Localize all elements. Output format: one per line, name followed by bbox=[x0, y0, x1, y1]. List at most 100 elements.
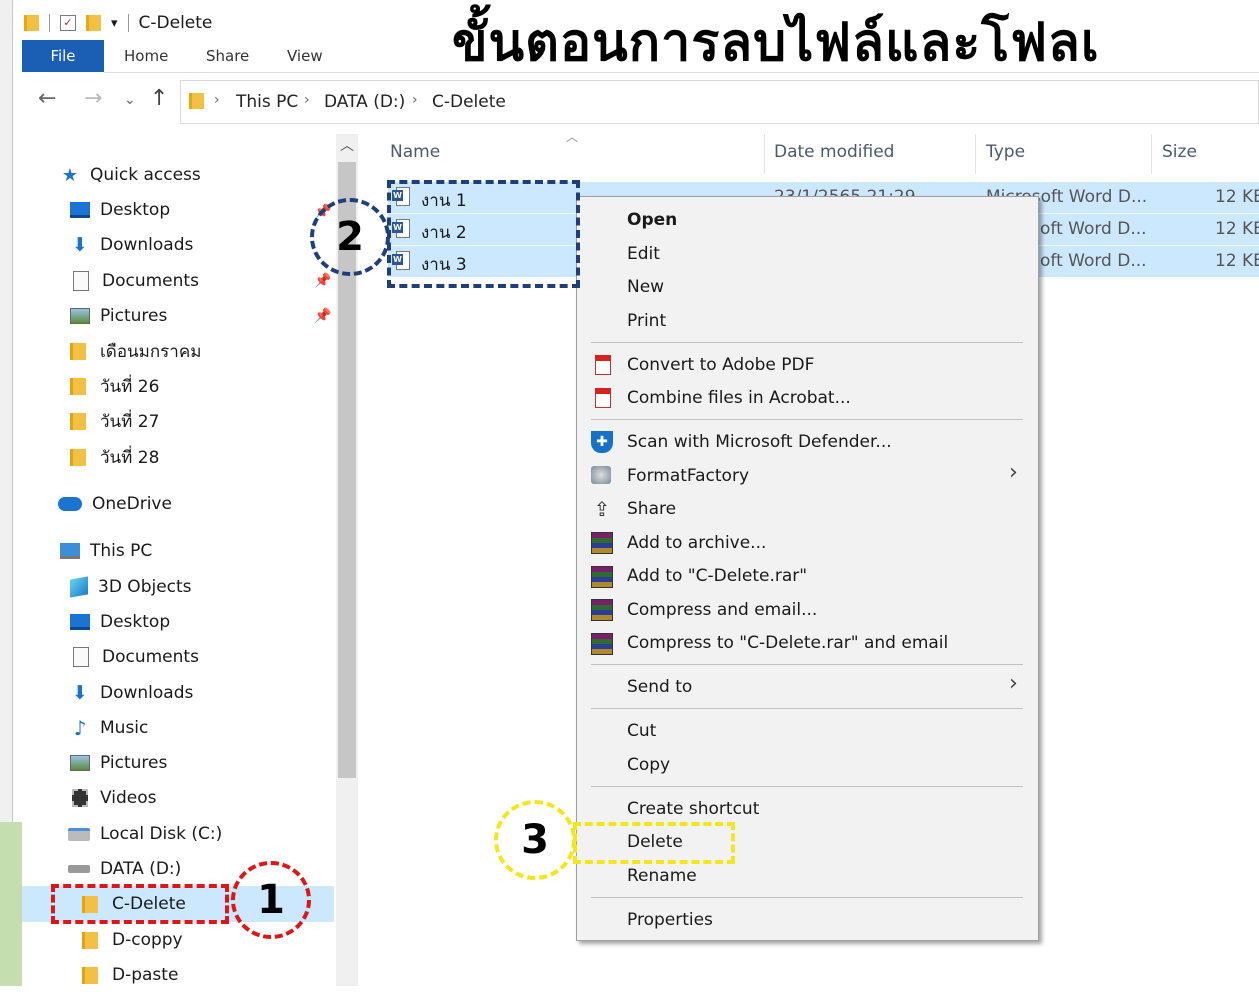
column-divider[interactable] bbox=[764, 134, 765, 174]
nav-label: Downloads bbox=[100, 683, 194, 703]
nav-folder-january[interactable]: เดือนมกราคม bbox=[70, 334, 201, 368]
nav-this-pc[interactable]: This PC bbox=[60, 534, 152, 568]
nav-pictures[interactable]: Pictures bbox=[70, 299, 167, 333]
menu-item-scan-defender[interactable]: Scan with Microsoft Defender... bbox=[627, 432, 892, 452]
folder-icon[interactable] bbox=[24, 15, 39, 31]
nav-local-disk-c[interactable]: Local Disk (C:) bbox=[68, 817, 222, 851]
menu-item-convert-pdf[interactable]: Convert to Adobe PDF bbox=[627, 355, 814, 375]
column-header-type[interactable]: Type bbox=[986, 142, 1025, 162]
customize-toolbar-icon[interactable]: ▾ bbox=[111, 16, 118, 31]
file-size: 12 KB bbox=[1215, 251, 1259, 271]
file-type: oft Word D... bbox=[1040, 219, 1147, 239]
column-header-date[interactable]: Date modified bbox=[774, 142, 894, 162]
pin-icon[interactable]: 📌 bbox=[314, 308, 331, 324]
breadcrumb-this-pc[interactable]: This PC bbox=[236, 92, 298, 112]
menu-item-rename[interactable]: Rename bbox=[627, 866, 697, 886]
folder-icon bbox=[70, 412, 86, 430]
nav-onedrive[interactable]: OneDrive bbox=[58, 487, 172, 521]
step1-marker: 1 bbox=[231, 861, 311, 939]
menu-item-new[interactable]: New bbox=[627, 277, 664, 297]
formatfactory-icon bbox=[591, 466, 611, 484]
overlay-title: ขั้นตอนการลบไฟล์และโฟลเ bbox=[452, 13, 1100, 73]
desktop-icon bbox=[70, 614, 90, 630]
up-arrow-icon[interactable]: ↑ bbox=[150, 86, 168, 111]
nav-folder-day28[interactable]: วันที่ 28 bbox=[70, 440, 159, 474]
nav-d-coppy[interactable]: D-coppy bbox=[82, 923, 183, 957]
nav-pc-desktop[interactable]: Desktop bbox=[70, 605, 170, 639]
menu-item-print[interactable]: Print bbox=[627, 311, 666, 331]
picture-icon bbox=[70, 308, 90, 324]
menu-item-open[interactable]: Open bbox=[627, 210, 677, 230]
menu-item-send-to[interactable]: Send to bbox=[627, 677, 692, 697]
nav-label: Quick access bbox=[90, 165, 201, 185]
nav-pc-pictures[interactable]: Pictures bbox=[70, 746, 167, 780]
menu-item-create-shortcut[interactable]: Create shortcut bbox=[627, 799, 759, 819]
column-header-name[interactable]: Name bbox=[390, 142, 440, 162]
breadcrumb-c-delete[interactable]: C-Delete bbox=[432, 92, 506, 112]
forward-arrow-icon[interactable]: → bbox=[84, 86, 102, 111]
breadcrumb-data-d[interactable]: DATA (D:) bbox=[324, 92, 405, 112]
menu-item-edit[interactable]: Edit bbox=[627, 244, 660, 264]
document-icon bbox=[73, 647, 89, 667]
nav-label: Pictures bbox=[100, 306, 168, 326]
tab-share[interactable]: Share bbox=[206, 40, 249, 72]
menu-item-combine-acrobat[interactable]: Combine files in Acrobat... bbox=[627, 388, 851, 408]
menu-item-formatfactory[interactable]: FormatFactory bbox=[627, 466, 749, 486]
tab-file[interactable]: File bbox=[22, 40, 104, 72]
download-arrow-icon: ⬇ bbox=[72, 682, 88, 704]
menu-item-copy[interactable]: Copy bbox=[627, 755, 670, 775]
menu-item-compress-email[interactable]: Compress and email... bbox=[627, 600, 817, 620]
nav-3d-objects[interactable]: 3D Objects bbox=[70, 570, 192, 604]
step2-highlight-box bbox=[387, 180, 580, 288]
nav-music[interactable]: ♪ Music bbox=[70, 711, 149, 745]
nav-pc-downloads[interactable]: ⬇ Downloads bbox=[70, 676, 193, 710]
pin-icon[interactable]: 📌 bbox=[314, 273, 331, 289]
address-folder-icon bbox=[189, 93, 204, 109]
nav-downloads[interactable]: ⬇ Downloads bbox=[70, 228, 193, 262]
tab-view[interactable]: View bbox=[287, 40, 323, 72]
nav-documents[interactable]: Documents bbox=[70, 264, 199, 298]
column-divider[interactable] bbox=[1151, 134, 1152, 174]
winrar-icon bbox=[591, 599, 613, 621]
properties-check-icon[interactable]: ✓ bbox=[60, 15, 76, 31]
recent-locations-chevron-icon[interactable]: ⌄ bbox=[124, 92, 136, 108]
menu-item-add-rar[interactable]: Add to "C-Delete.rar" bbox=[627, 566, 807, 586]
menu-item-share[interactable]: Share bbox=[627, 499, 676, 519]
ribbon-divider bbox=[104, 72, 1259, 73]
tab-home[interactable]: Home bbox=[124, 40, 168, 72]
nav-folder-day27[interactable]: วันที่ 27 bbox=[70, 404, 159, 438]
menu-divider bbox=[591, 664, 1023, 665]
chevron-right-icon[interactable]: › bbox=[304, 92, 310, 108]
menu-item-compress-rar-email[interactable]: Compress to "C-Delete.rar" and email bbox=[627, 633, 948, 653]
nav-videos[interactable]: Videos bbox=[70, 781, 157, 815]
submenu-chevron-right-icon: › bbox=[1009, 671, 1018, 696]
chevron-right-icon[interactable]: › bbox=[412, 92, 418, 108]
back-arrow-icon[interactable]: ← bbox=[38, 86, 56, 111]
menu-divider bbox=[591, 708, 1023, 709]
winrar-icon bbox=[591, 566, 613, 588]
nav-label: Desktop bbox=[100, 612, 171, 632]
nav-label: This PC bbox=[90, 541, 153, 561]
new-folder-icon[interactable] bbox=[86, 15, 101, 31]
menu-item-add-archive[interactable]: Add to archive... bbox=[627, 533, 766, 553]
menu-item-cut[interactable]: Cut bbox=[627, 721, 656, 741]
menu-item-properties[interactable]: Properties bbox=[627, 910, 713, 930]
nav-folder-day26[interactable]: วันที่ 26 bbox=[70, 369, 159, 403]
menu-divider bbox=[591, 786, 1023, 787]
nav-label: Documents bbox=[102, 271, 199, 291]
file-size: 12 KB bbox=[1215, 187, 1259, 207]
chevron-right-icon[interactable]: › bbox=[214, 92, 220, 108]
column-header-size[interactable]: Size bbox=[1162, 142, 1197, 162]
nav-data-d[interactable]: DATA (D:) bbox=[68, 852, 181, 886]
winrar-icon bbox=[591, 532, 613, 554]
nav-desktop[interactable]: Desktop bbox=[70, 193, 170, 227]
step1-highlight-box bbox=[51, 884, 229, 924]
nav-pc-documents[interactable]: Documents bbox=[70, 640, 199, 674]
folder-icon bbox=[70, 377, 86, 395]
nav-quick-access[interactable]: ★ Quick access bbox=[60, 158, 201, 192]
folder-icon bbox=[82, 966, 98, 984]
nav-d-paste[interactable]: D-paste bbox=[82, 958, 178, 992]
scroll-up-chevron-icon[interactable]: ︿ bbox=[336, 134, 358, 158]
pdf-icon bbox=[595, 355, 611, 375]
column-divider[interactable] bbox=[975, 134, 976, 174]
